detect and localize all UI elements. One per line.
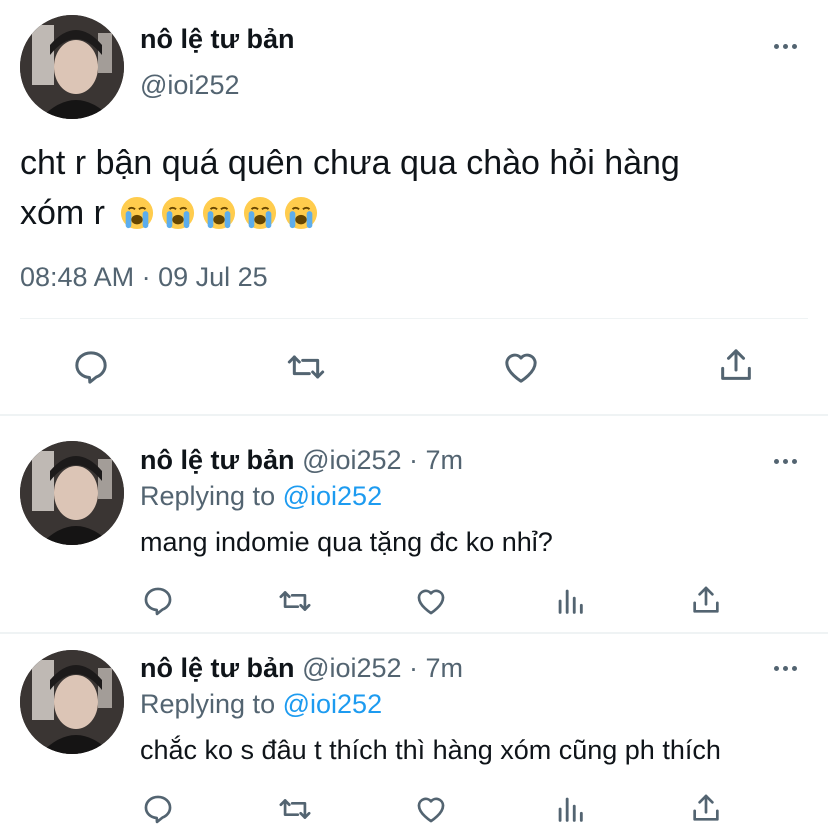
replying-to: Replying to @ioi252 [140, 481, 382, 512]
share-icon[interactable] [716, 345, 756, 385]
replying-to-link[interactable]: @ioi252 [283, 689, 382, 719]
tweet-text: cht r bận quá quên chưa qua chào hỏi hàn… [20, 138, 810, 238]
reply-icon[interactable] [141, 792, 175, 826]
more-icon[interactable] [774, 666, 797, 671]
reply-text: chắc ko s đâu t thích thì hàng xóm cũng … [140, 735, 721, 765]
tweet-text-line-2-words: xóm r [20, 194, 105, 232]
divider [0, 414, 828, 416]
avatar[interactable] [20, 650, 124, 754]
avatar[interactable] [20, 441, 124, 545]
replying-to-label: Replying to [140, 689, 276, 719]
timestamp[interactable]: 08:48 AM · 09 Jul 25 [20, 262, 268, 293]
share-icon[interactable] [689, 583, 723, 617]
loudly-crying-face-icon [244, 196, 277, 230]
loudly-crying-face-icon [162, 196, 195, 230]
handle[interactable]: @ioi252 [140, 70, 239, 101]
more-icon[interactable] [774, 459, 797, 464]
loudly-crying-face-icon [121, 196, 154, 230]
divider [0, 632, 828, 634]
analytics-icon[interactable] [553, 792, 587, 826]
like-icon[interactable] [501, 347, 541, 387]
avatar[interactable] [20, 15, 124, 119]
emoji-row [120, 194, 325, 232]
divider [20, 318, 808, 319]
display-name[interactable]: nô lệ tư bản [140, 24, 295, 55]
more-icon[interactable] [774, 44, 797, 49]
loudly-crying-face-icon [285, 196, 318, 230]
retweet-icon[interactable] [285, 347, 327, 387]
like-icon[interactable] [414, 584, 448, 618]
reply-text: mang indomie qua tặng đc ko nhỉ? [140, 527, 553, 557]
reply-header: nô lệ tư bản @ioi252 · 7m [140, 653, 463, 684]
tweet-text-line-2: xóm r [20, 188, 810, 238]
tweet-text-line-1: cht r bận quá quên chưa qua chào hỏi hàn… [20, 144, 680, 182]
handle-time[interactable]: @ioi252 · 7m [302, 445, 463, 475]
replying-to-link[interactable]: @ioi252 [283, 481, 382, 511]
like-icon[interactable] [414, 792, 448, 826]
handle-time[interactable]: @ioi252 · 7m [302, 653, 463, 683]
loudly-crying-face-icon [203, 196, 236, 230]
reply-icon[interactable] [141, 584, 175, 618]
retweet-icon[interactable] [277, 792, 313, 826]
retweet-icon[interactable] [277, 584, 313, 618]
reply-header: nô lệ tư bản @ioi252 · 7m [140, 445, 463, 476]
display-name[interactable]: nô lệ tư bản [140, 653, 295, 683]
replying-to: Replying to @ioi252 [140, 689, 382, 720]
reply-icon[interactable] [71, 347, 111, 387]
analytics-icon[interactable] [553, 584, 587, 618]
replying-to-label: Replying to [140, 481, 276, 511]
display-name[interactable]: nô lệ tư bản [140, 445, 295, 475]
share-icon[interactable] [689, 791, 723, 825]
